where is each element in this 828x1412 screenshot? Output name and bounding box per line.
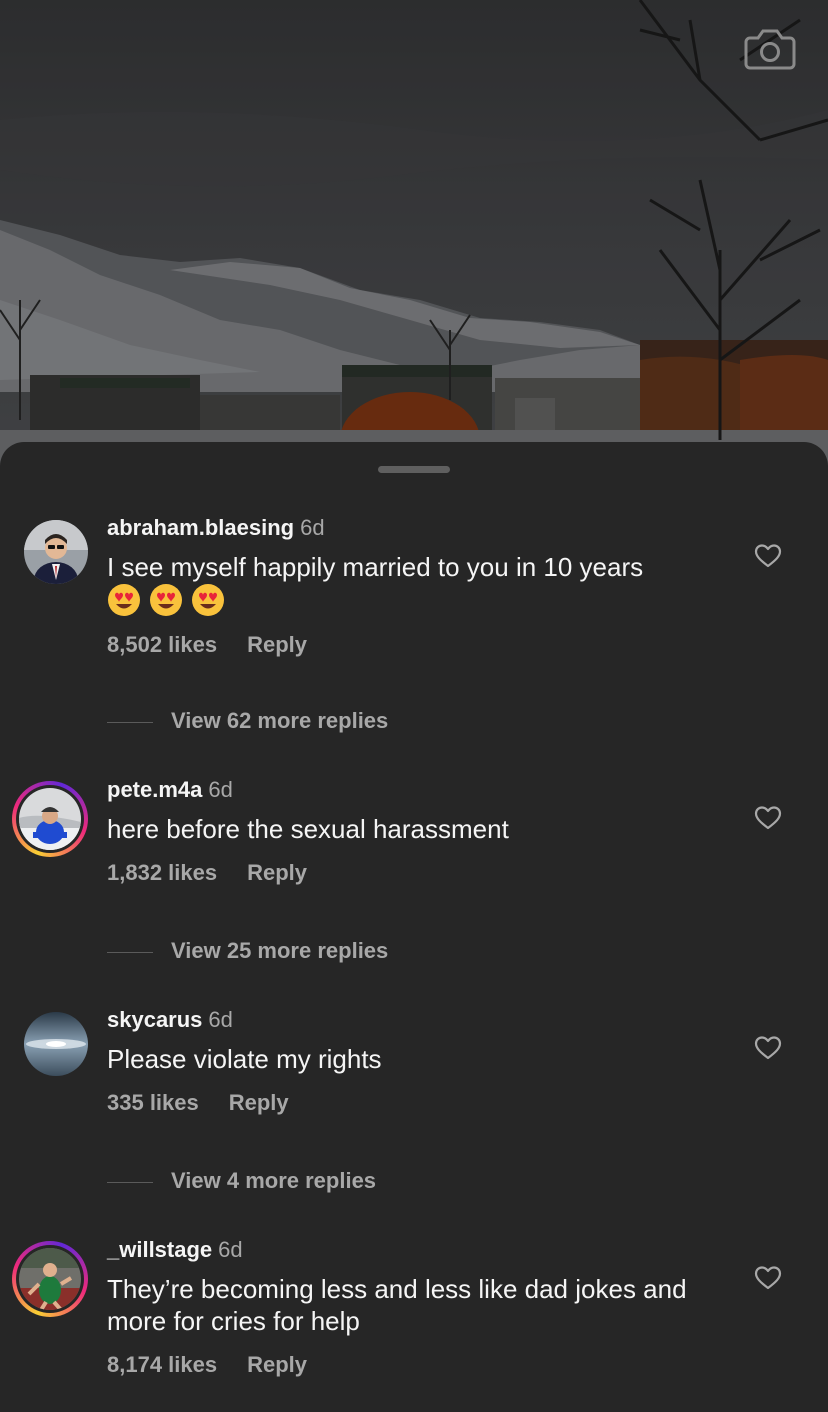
background-photo bbox=[0, 0, 828, 470]
view-replies-label: View 62 more replies bbox=[171, 708, 389, 733]
heart-icon bbox=[754, 544, 782, 568]
like-button[interactable] bbox=[754, 805, 782, 831]
likes-count[interactable]: 1,832 likes bbox=[107, 860, 217, 885]
reply-button[interactable]: Reply bbox=[229, 1090, 289, 1115]
comment-body: _willstage 6d They’re becoming less and l… bbox=[107, 1236, 727, 1379]
avatar[interactable] bbox=[12, 1241, 88, 1317]
comment-username[interactable]: abraham.blaesing bbox=[107, 515, 294, 540]
avatar-image bbox=[19, 1248, 81, 1310]
heart-icon bbox=[754, 806, 782, 830]
view-replies-button[interactable]: View 4 more replies bbox=[107, 1167, 376, 1195]
heart-icon bbox=[754, 1036, 782, 1060]
reply-button[interactable]: Reply bbox=[247, 1352, 307, 1377]
like-button[interactable] bbox=[754, 543, 782, 569]
view-replies-label: View 4 more replies bbox=[171, 1168, 377, 1193]
comment-header: skycarus 6d bbox=[107, 1006, 727, 1034]
comment-header: _willstage 6d bbox=[107, 1236, 727, 1264]
avatar-image bbox=[19, 788, 81, 850]
avatar[interactable] bbox=[24, 1012, 88, 1076]
likes-count[interactable]: 335 likes bbox=[107, 1090, 199, 1115]
comments-sheet: abraham.blaesing 6d I see myself happily … bbox=[0, 442, 828, 1412]
like-button[interactable] bbox=[754, 1035, 782, 1061]
comment-meta: 8,174 likes Reply bbox=[107, 1351, 727, 1379]
emoji-row bbox=[107, 583, 727, 617]
likes-count[interactable]: 8,502 likes bbox=[107, 632, 217, 657]
comment-body: skycarus 6d Please violate my rights 335 … bbox=[107, 1006, 727, 1117]
comment-time: 6d bbox=[300, 515, 325, 540]
comment-username[interactable]: pete.m4a bbox=[107, 777, 202, 802]
comment-body: pete.m4a 6d here before the sexual harass… bbox=[107, 776, 727, 887]
comment-text: They’re becoming less and less like dad … bbox=[107, 1274, 687, 1336]
comment-time: 6d bbox=[208, 777, 233, 802]
comment-meta: 1,832 likes Reply bbox=[107, 859, 727, 887]
reel-comments-screen: abraham.blaesing 6d I see myself happily … bbox=[0, 0, 828, 1412]
comment-body: abraham.blaesing 6d I see myself happily … bbox=[107, 514, 727, 659]
comment-meta: 335 likes Reply bbox=[107, 1089, 727, 1117]
comment-time: 6d bbox=[208, 1007, 233, 1032]
like-button[interactable] bbox=[754, 1265, 782, 1291]
avatar[interactable] bbox=[12, 781, 88, 857]
avatar-image bbox=[24, 520, 88, 584]
comment-text: Please violate my rights bbox=[107, 1044, 382, 1074]
likes-count[interactable]: 8,174 likes bbox=[107, 1352, 217, 1377]
comment-time: 6d bbox=[218, 1237, 243, 1262]
camera-button[interactable] bbox=[744, 26, 796, 72]
comment-username[interactable]: _willstage bbox=[107, 1237, 212, 1262]
view-replies-label: View 25 more replies bbox=[171, 938, 389, 963]
comment-meta: 8,502 likes Reply bbox=[107, 631, 727, 659]
heart-eyes-emoji-icon bbox=[192, 584, 224, 616]
view-replies-button[interactable]: View 62 more replies bbox=[107, 707, 388, 735]
comment-text: I see myself happily married to you in 1… bbox=[107, 552, 644, 582]
comment-text: here before the sexual harassment bbox=[107, 814, 509, 844]
comment-header: abraham.blaesing 6d bbox=[107, 514, 727, 542]
replies-divider bbox=[107, 951, 153, 953]
heart-eyes-emoji-icon bbox=[108, 584, 140, 616]
sheet-grabber[interactable] bbox=[378, 466, 450, 473]
avatar-image bbox=[24, 1012, 88, 1076]
reply-button[interactable]: Reply bbox=[247, 860, 307, 885]
comment-header: pete.m4a 6d bbox=[107, 776, 727, 804]
replies-divider bbox=[107, 721, 153, 723]
comment-username[interactable]: skycarus bbox=[107, 1007, 202, 1032]
reply-button[interactable]: Reply bbox=[247, 632, 307, 657]
avatar[interactable] bbox=[24, 520, 88, 584]
camera-icon bbox=[744, 29, 796, 70]
heart-eyes-emoji-icon bbox=[150, 584, 182, 616]
replies-divider bbox=[107, 1181, 153, 1183]
view-replies-button[interactable]: View 25 more replies bbox=[107, 937, 388, 965]
heart-icon bbox=[754, 1266, 782, 1290]
